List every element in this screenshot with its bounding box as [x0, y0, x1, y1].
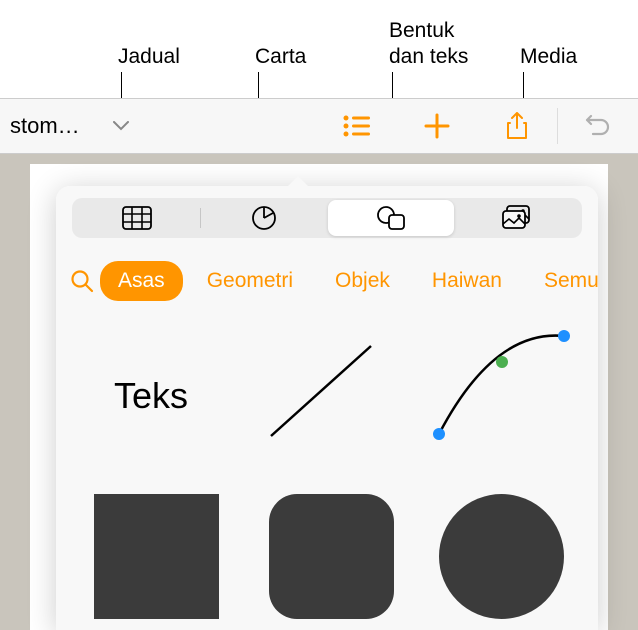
line-shape-icon — [256, 331, 386, 451]
callout-jadual-label: Jadual — [118, 44, 180, 69]
insert-popover: Asas Geometri Objek Haiwan Semu Teks — [56, 186, 598, 630]
callout-media-label: Media — [520, 44, 577, 69]
share-button[interactable] — [477, 98, 557, 154]
shapes-grid: Teks — [76, 316, 578, 630]
callout-carta-label: Carta — [255, 44, 306, 69]
rounded-square-shape-icon — [269, 494, 394, 619]
insert-button[interactable] — [397, 98, 477, 154]
plus-icon — [424, 113, 450, 139]
category-row: Asas Geometri Objek Haiwan Semu — [56, 256, 598, 306]
segment-media[interactable] — [454, 200, 580, 236]
media-icon — [501, 205, 533, 231]
chart-icon — [251, 205, 277, 231]
search-icon — [70, 269, 94, 293]
shape-line[interactable] — [246, 326, 396, 456]
popover-arrow — [286, 176, 310, 188]
outline-button[interactable] — [317, 98, 397, 154]
callout-bentuk-label-1: Bentuk — [389, 18, 454, 43]
undo-icon — [585, 114, 611, 138]
insert-segmented-control — [72, 198, 582, 238]
shape-square[interactable] — [86, 486, 226, 626]
category-semua[interactable]: Semu — [526, 261, 598, 301]
table-icon — [122, 206, 152, 230]
segment-table[interactable] — [74, 200, 200, 236]
shape-circle[interactable] — [431, 486, 571, 626]
main-toolbar: stom… — [0, 98, 638, 154]
category-haiwan[interactable]: Haiwan — [414, 261, 520, 301]
share-icon — [506, 112, 528, 140]
segment-shapes[interactable] — [328, 200, 454, 236]
document-title[interactable]: stom… — [0, 113, 100, 139]
text-shape-label: Teks — [114, 375, 188, 417]
shape-rounded-square[interactable] — [261, 486, 401, 626]
category-geometri[interactable]: Geometri — [189, 261, 311, 301]
search-button[interactable] — [70, 263, 94, 299]
square-shape-icon — [94, 494, 219, 619]
undo-button[interactable] — [558, 98, 638, 154]
curve-shape-icon — [419, 324, 574, 454]
circle-shape-icon — [439, 494, 564, 619]
category-objek[interactable]: Objek — [317, 261, 408, 301]
chevron-down-icon — [113, 121, 129, 131]
callout-bentuk-label-2: dan teks — [389, 44, 468, 69]
title-chevron-button[interactable] — [105, 110, 137, 142]
list-icon — [343, 115, 371, 137]
shape-text[interactable]: Teks — [76, 336, 226, 456]
category-asas[interactable]: Asas — [100, 261, 183, 301]
segment-chart[interactable] — [201, 200, 327, 236]
shape-curve[interactable] — [416, 321, 576, 456]
shapes-icon — [376, 205, 406, 231]
